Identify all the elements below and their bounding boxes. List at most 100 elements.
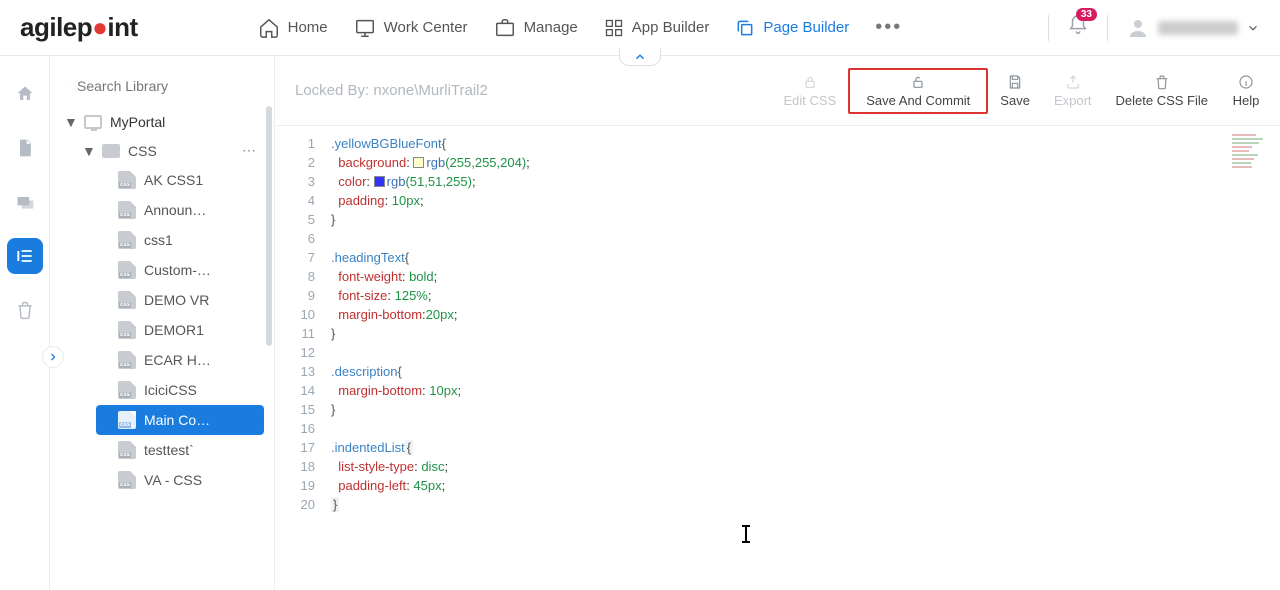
file-item-selected[interactable]: Main Co… xyxy=(96,405,264,435)
chevron-right-icon xyxy=(47,351,59,363)
nav-more[interactable]: ••• xyxy=(875,16,902,39)
chevron-up-icon xyxy=(633,50,647,64)
folder-more-menu[interactable]: ⋯ xyxy=(238,142,260,159)
rail-page[interactable] xyxy=(7,130,43,166)
save-label: Save xyxy=(1000,93,1030,108)
main-area: ▼ MyPortal ▼ CSS ⋯ AK CSS1 Announ… css1 … xyxy=(0,56,1280,590)
library-tree: ▼ MyPortal ▼ CSS ⋯ AK CSS1 Announ… css1 … xyxy=(60,108,264,495)
file-list: AK CSS1 Announ… css1 Custom-… DEMO VR DE… xyxy=(78,165,264,495)
file-item[interactable]: IciciCSS xyxy=(96,375,264,405)
file-item[interactable]: ECAR H… xyxy=(96,345,264,375)
line-gutter: 1234567891011121314151617181920 xyxy=(275,126,325,590)
briefcase-icon xyxy=(494,17,516,39)
search-icon xyxy=(66,78,67,94)
file-label: Main Co… xyxy=(144,412,210,428)
slides-icon xyxy=(15,192,35,212)
nav-work-center-label: Work Center xyxy=(384,19,468,36)
file-item[interactable]: Custom-… xyxy=(96,255,264,285)
save-button[interactable]: Save xyxy=(988,68,1042,114)
help-label: Help xyxy=(1233,93,1260,108)
locked-by-text: Locked By: nxone\MurliTrail2 xyxy=(295,82,488,99)
edit-css-button: Edit CSS xyxy=(772,68,849,114)
sidebar-scrollbar[interactable] xyxy=(266,106,272,346)
save-and-commit-button[interactable]: Save And Commit xyxy=(848,68,988,114)
code-editor[interactable]: 1234567891011121314151617181920 .yellowB… xyxy=(275,126,1280,590)
grid-icon xyxy=(604,18,624,38)
tree-folder-label: CSS xyxy=(128,143,157,159)
rail-library[interactable] xyxy=(7,238,43,274)
portal-icon xyxy=(84,115,102,129)
save-commit-label: Save And Commit xyxy=(866,93,970,108)
trash-icon xyxy=(15,300,35,320)
avatar-icon xyxy=(1126,16,1150,40)
file-label: AK CSS1 xyxy=(144,172,203,188)
color-swatch-icon xyxy=(374,176,385,187)
library-search[interactable] xyxy=(60,74,264,108)
brand-text-a: agilep xyxy=(20,12,92,42)
library-sidebar: ▼ MyPortal ▼ CSS ⋯ AK CSS1 Announ… css1 … xyxy=(50,56,275,590)
rail-expand-toggle[interactable] xyxy=(42,346,64,368)
save-icon xyxy=(1007,74,1023,90)
color-swatch-icon xyxy=(413,157,424,168)
list-icon xyxy=(15,246,35,266)
edit-css-label: Edit CSS xyxy=(784,93,837,108)
nav-work-center[interactable]: Work Center xyxy=(354,17,468,39)
notifications-button[interactable]: 33 xyxy=(1067,14,1089,41)
monitor-icon xyxy=(354,17,376,39)
file-item[interactable]: DEMO VR xyxy=(96,285,264,315)
brand-dot-icon: ● xyxy=(92,12,107,42)
file-item[interactable]: DEMOR1 xyxy=(96,315,264,345)
brand-logo: agilep●int xyxy=(20,12,138,43)
css-file-icon xyxy=(118,441,136,459)
rail-components[interactable] xyxy=(7,184,43,220)
code-minimap[interactable] xyxy=(1232,134,1266,180)
file-item[interactable]: testtest` xyxy=(96,435,264,465)
file-item[interactable]: VA - CSS xyxy=(96,465,264,495)
home-icon xyxy=(258,17,280,39)
file-label: DEMOR1 xyxy=(144,322,204,338)
file-item[interactable]: css1 xyxy=(96,225,264,255)
css-file-icon xyxy=(118,291,136,309)
divider xyxy=(1107,15,1108,41)
more-icon: ••• xyxy=(875,16,902,39)
unlock-icon xyxy=(910,74,926,90)
nav-page-builder-label: Page Builder xyxy=(763,19,849,36)
user-menu[interactable] xyxy=(1126,16,1260,40)
caret-down-icon: ▼ xyxy=(82,143,94,159)
file-label: css1 xyxy=(144,232,173,248)
rail-home[interactable] xyxy=(7,76,43,112)
house-icon xyxy=(15,84,35,104)
css-file-icon xyxy=(118,381,136,399)
tree-root-myportal[interactable]: ▼ MyPortal xyxy=(60,108,264,136)
collapse-topbar-toggle[interactable] xyxy=(619,48,661,66)
file-label: Announ… xyxy=(144,202,206,218)
trash-icon xyxy=(1154,74,1170,90)
notification-badge: 33 xyxy=(1076,8,1097,21)
tree-root-label: MyPortal xyxy=(110,114,165,130)
nav-manage-label: Manage xyxy=(524,19,578,36)
file-label: ECAR H… xyxy=(144,352,211,368)
brand-text-b: int xyxy=(107,12,137,42)
text-cursor-icon xyxy=(745,526,747,542)
file-item[interactable]: AK CSS1 xyxy=(96,165,264,195)
code-content[interactable]: .yellowBGBlueFont{ background: rgb(255,2… xyxy=(325,126,530,590)
tree-folder-css[interactable]: ▼ CSS ⋯ xyxy=(78,136,264,165)
file-label: VA - CSS xyxy=(144,472,202,488)
help-button[interactable]: Help xyxy=(1220,68,1272,114)
nav-page-builder[interactable]: Page Builder xyxy=(735,18,849,38)
nav-app-builder-label: App Builder xyxy=(632,19,710,36)
delete-label: Delete CSS File xyxy=(1116,93,1208,108)
page-icon xyxy=(15,138,35,158)
copy-icon xyxy=(735,18,755,38)
nav-home[interactable]: Home xyxy=(258,17,328,39)
info-icon xyxy=(1238,74,1254,90)
delete-css-button[interactable]: Delete CSS File xyxy=(1104,68,1220,114)
file-label: IciciCSS xyxy=(144,382,197,398)
nav-manage[interactable]: Manage xyxy=(494,17,578,39)
caret-down-icon: ▼ xyxy=(64,114,76,130)
file-label: testtest` xyxy=(144,442,194,458)
rail-trash[interactable] xyxy=(7,292,43,328)
nav-app-builder[interactable]: App Builder xyxy=(604,18,710,38)
file-item[interactable]: Announ… xyxy=(96,195,264,225)
search-input[interactable] xyxy=(77,78,258,94)
